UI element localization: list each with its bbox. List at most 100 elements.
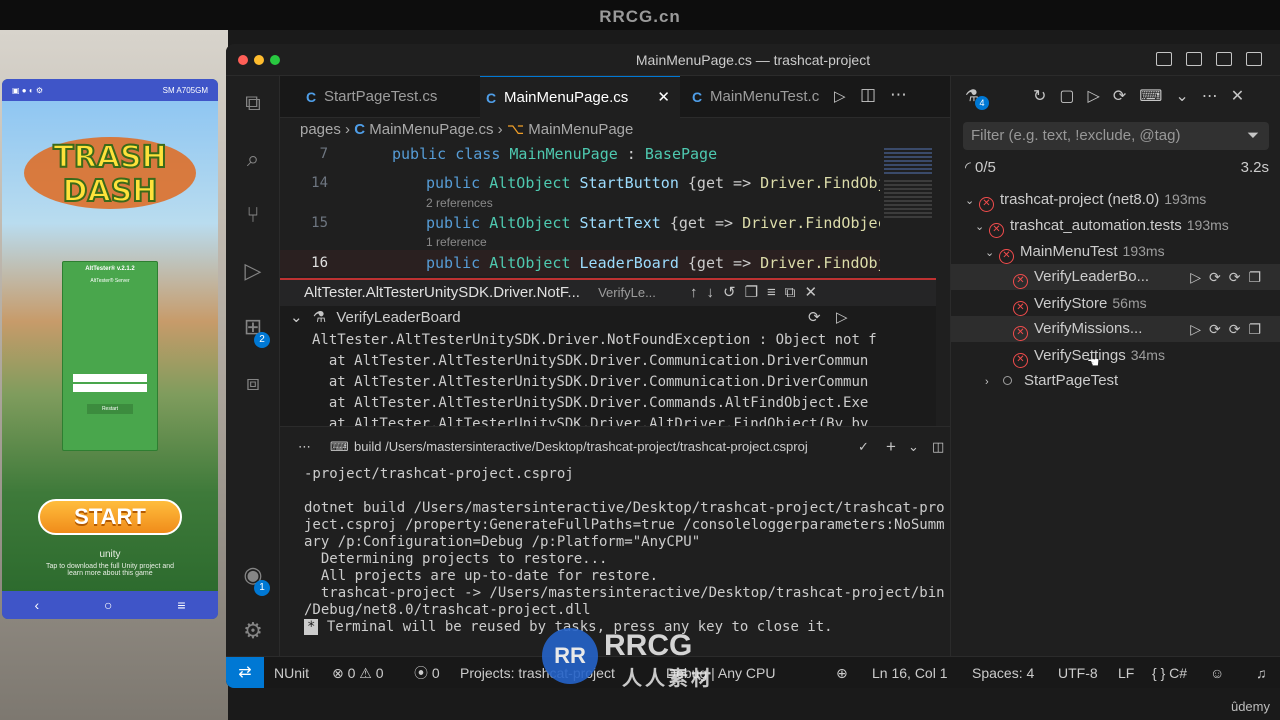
explorer-icon[interactable]: ⧉ <box>240 90 266 116</box>
source-control-icon[interactable]: ⑂ <box>240 202 266 228</box>
chevron-right-icon[interactable]: › <box>985 369 999 395</box>
codelens-references[interactable]: 1 reference <box>426 235 487 249</box>
toggle-sidebar-icon[interactable] <box>1156 52 1172 66</box>
collapse-all-icon[interactable]: ⌄ <box>1175 88 1201 105</box>
tab-mainmenutest[interactable]: C MainMenuTest.c <box>686 76 836 118</box>
run-all-tests-icon[interactable]: ▷ <box>1088 88 1113 105</box>
status-nunit[interactable]: NUnit <box>274 657 309 688</box>
watermark-brand: RRCG <box>604 629 693 662</box>
history-icon[interactable]: ↺ <box>723 284 745 301</box>
chevron-down-icon[interactable]: ⌄ <box>965 188 979 214</box>
alttester-restart-button[interactable]: Restart <box>87 404 133 414</box>
refresh-tests-icon[interactable]: ↻ <box>1033 88 1059 105</box>
status-problems[interactable]: ⊗ 0 ⚠ 0 <box>332 657 384 688</box>
toggle-secondary-sidebar-icon[interactable] <box>1216 52 1232 66</box>
notifications-bell-icon[interactable]: ♫ <box>1256 657 1267 688</box>
more-actions-icon[interactable]: ⋯ <box>890 85 907 105</box>
more-panel-icon[interactable]: ⋯ <box>298 427 311 467</box>
codelens-references[interactable]: 2 references <box>426 196 493 210</box>
copilot-icon[interactable]: ☺ <box>1210 657 1224 688</box>
terminal-dropdown-icon[interactable]: ⌄ <box>908 427 919 467</box>
remote-explorer-icon[interactable]: ⧈ <box>240 370 266 396</box>
peek-error-body[interactable]: ⌄ ⚗ VerifyLeaderBoard ⟳ ▷ AltTester.AltT… <box>280 306 936 426</box>
breadcrumb-symbol[interactable]: MainMenuPage <box>528 121 633 138</box>
run-test-icon[interactable]: ▷ <box>1190 321 1209 337</box>
failed-icon: ✕ <box>979 197 994 212</box>
watermark-subtitle: 人人素材 <box>622 668 714 690</box>
open-icon[interactable]: ⧉ <box>785 284 805 301</box>
go-to-test-icon[interactable]: ❐ <box>1248 269 1269 285</box>
tab-mainmenupage[interactable]: C MainMenuPage.cs ✕ <box>480 76 680 118</box>
breadcrumb: pages › C MainMenuPage.cs › ⌥ MainMenuPa… <box>280 118 950 142</box>
remote-icon[interactable]: ⇄ <box>226 657 264 688</box>
status-ports[interactable]: ⦿ 0 <box>414 657 440 688</box>
test-tree-item[interactable]: ✕ VerifyLeaderBo... ▷⟳⟳❐ <box>951 264 1280 290</box>
code-editor[interactable]: 7 public class MainMenuPage : BasePage 1… <box>280 142 914 278</box>
test-filter-input[interactable]: Filter (e.g. text, !exclude, @tag) ⏷ <box>963 122 1269 150</box>
status-encoding[interactable]: UTF-8 <box>1058 657 1098 688</box>
collapse-icon[interactable]: ≡ <box>767 284 785 301</box>
stack-line: at AltTester.AltTesterUnitySDK.Driver.Co… <box>312 353 869 369</box>
filter-icon[interactable]: ⏷ <box>1247 122 1259 150</box>
unity-info[interactable]: unity Tap to download the full Unity pro… <box>2 549 218 577</box>
test-tree-item[interactable]: ⌄ ✕ trashcat-project (net8.0) 193ms <box>951 186 1280 212</box>
run-debug-icon[interactable]: ▷ <box>240 258 266 284</box>
stop-icon[interactable]: ▢ <box>1059 88 1087 105</box>
new-terminal-icon[interactable]: + <box>886 427 896 467</box>
customize-layout-icon[interactable] <box>1246 52 1262 66</box>
coverage-icon[interactable]: ⟳ <box>1229 269 1249 285</box>
toggle-panel-icon[interactable] <box>1186 52 1202 66</box>
debug-test-icon[interactable]: ⟳ <box>1209 269 1229 285</box>
recents-icon[interactable]: ≡ <box>177 597 185 613</box>
close-peek-icon[interactable]: ✕ <box>805 284 827 301</box>
start-button[interactable]: START <box>38 499 182 535</box>
run-test-icon[interactable]: ▷ <box>1190 269 1209 285</box>
task-done-icon: ✓ <box>858 439 869 454</box>
status-language[interactable]: { } C# <box>1152 657 1187 688</box>
zoom-icon[interactable]: ⊕ <box>836 657 848 688</box>
tab-label: StartPageTest.cs <box>324 88 438 105</box>
test-tree-item[interactable]: ✕ VerifyStore 56ms <box>951 290 1280 316</box>
coverage-icon[interactable]: ⟳ <box>1229 321 1249 337</box>
go-to-test-icon[interactable]: ❐ <box>1248 321 1269 337</box>
phone-nav-bar: ‹ ○ ≡ <box>2 591 218 619</box>
terminal-title[interactable]: build /Users/mastersinteractive/Desktop/… <box>354 427 854 467</box>
settings-gear-icon[interactable]: ⚙ <box>240 618 266 644</box>
test-tree-item[interactable]: ✕ VerifySettings 34ms <box>951 342 1280 368</box>
more-icon[interactable]: ⋯ <box>1202 88 1231 105</box>
next-icon[interactable]: ↓ <box>707 284 724 301</box>
chevron-down-icon[interactable]: ⌄ <box>985 240 999 266</box>
close-panel-icon[interactable]: ✕ <box>1231 88 1257 105</box>
game-screen[interactable]: TRASH DASH AltTester® v.2.1.2 AltTester®… <box>2 101 218 591</box>
tab-startpagetest[interactable]: C StartPageTest.cs <box>300 76 480 118</box>
test-tree-item[interactable]: ⌄ ✕ MainMenuTest 193ms <box>951 238 1280 264</box>
status-eol[interactable]: LF <box>1118 657 1134 688</box>
debug-test-icon[interactable]: ⟳ <box>1209 321 1229 337</box>
split-terminal-icon[interactable]: ◫ <box>932 427 944 467</box>
search-icon[interactable]: ⌕ <box>240 146 266 172</box>
home-icon[interactable]: ○ <box>104 597 112 613</box>
breadcrumb-file[interactable]: MainMenuPage.cs <box>369 121 493 138</box>
test-tree-item[interactable]: ⌄ ✕ trashcat_automation.tests 193ms <box>951 212 1280 238</box>
alttester-port-input[interactable] <box>73 384 147 392</box>
copy-icon[interactable]: ❐ <box>745 284 767 301</box>
breadcrumb-folder[interactable]: pages <box>300 121 341 138</box>
debug-test-icon[interactable]: ⟳ <box>808 306 821 330</box>
test-tree-item[interactable]: ✕ VerifyMissions... ▷⟳⟳❐ <box>951 316 1280 342</box>
run-test-icon[interactable]: ▷ <box>836 306 848 330</box>
status-position[interactable]: Ln 16, Col 1 <box>872 657 948 688</box>
chevron-down-icon[interactable]: ⌄ <box>975 214 989 240</box>
previous-icon[interactable]: ↑ <box>690 284 707 301</box>
run-file-icon[interactable]: ▷ <box>834 87 846 105</box>
chevron-down-icon[interactable]: ⌄ <box>290 309 303 326</box>
alttester-host-input[interactable] <box>73 374 147 382</box>
test-tree-item[interactable]: › StartPageTest <box>951 368 1280 394</box>
close-tab-icon[interactable]: ✕ <box>657 77 670 119</box>
phone-mirror: ▣ ● ◐ ⚙ SM A705GM TRASH DASH AltTester® … <box>2 79 218 619</box>
terminal-output[interactable]: -project/trashcat-project.csproj dotnet b… <box>280 466 950 656</box>
back-icon[interactable]: ‹ <box>34 597 39 613</box>
status-spaces[interactable]: Spaces: 4 <box>972 657 1034 688</box>
debug-all-tests-icon[interactable]: ⟳ <box>1113 88 1139 105</box>
split-editor-icon[interactable]: ◫ <box>860 85 876 105</box>
show-output-icon[interactable]: ⌨ <box>1139 88 1175 105</box>
